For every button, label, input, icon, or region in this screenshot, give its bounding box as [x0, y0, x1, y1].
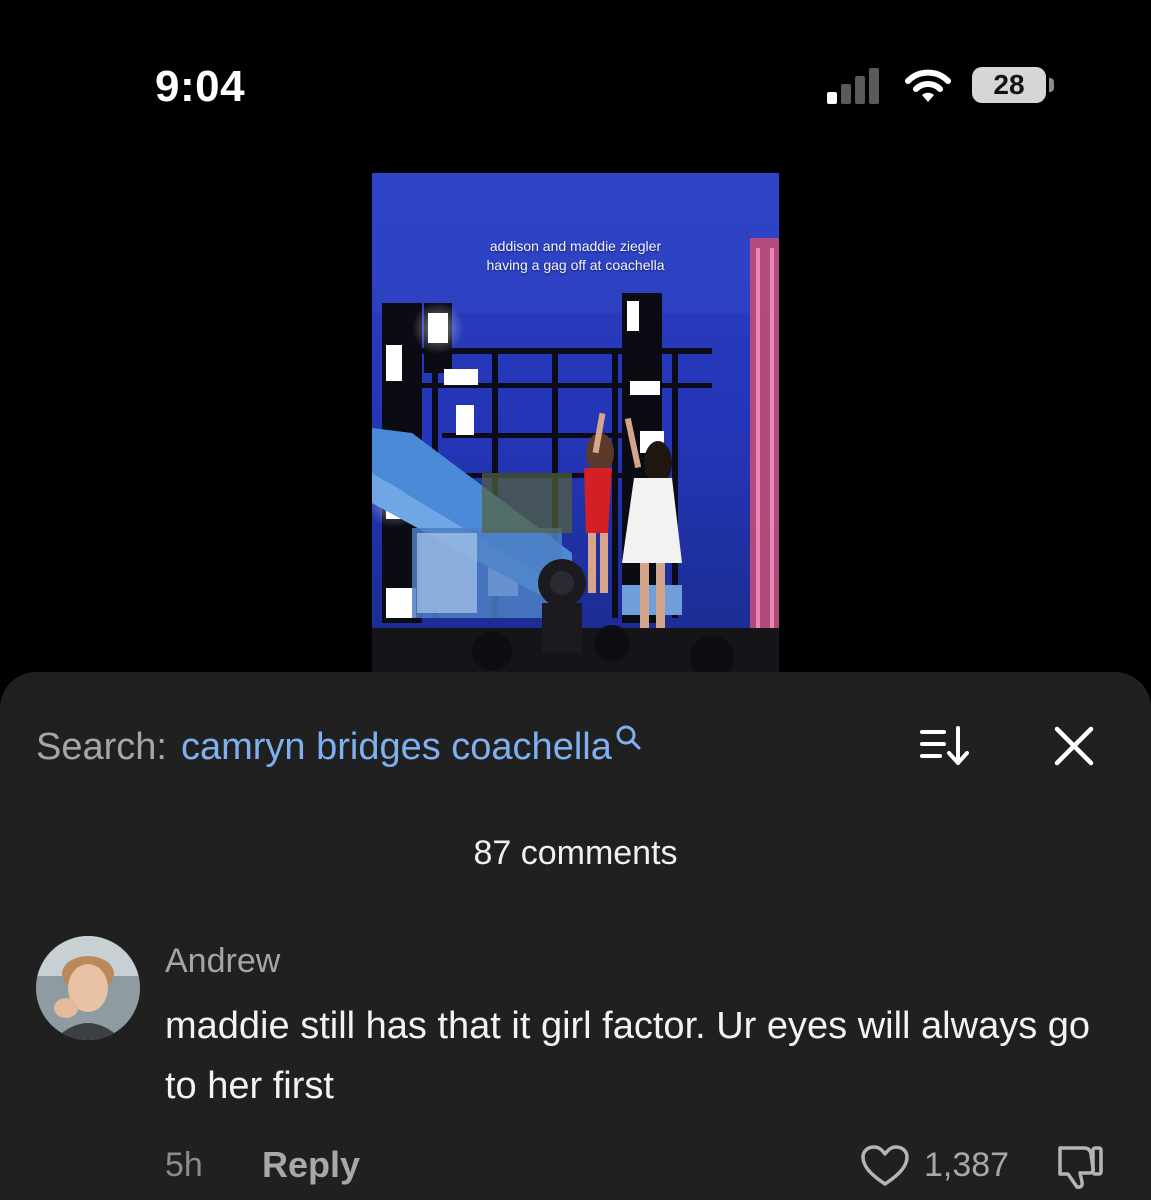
status-bar: 9:04 28 [0, 0, 1151, 140]
search-prefix: Search: [36, 725, 167, 768]
comment-text: maddie still has that it girl factor. Ur… [165, 1005, 1091, 1107]
avatar[interactable] [36, 936, 140, 1040]
reply-button[interactable]: Reply [262, 1144, 360, 1186]
dislike-icon[interactable] [1054, 1142, 1104, 1190]
search-icon[interactable] [614, 723, 644, 755]
video-caption: addison and maddie ziegler having a gag … [372, 237, 779, 275]
comment-time: 5h [165, 1146, 203, 1184]
video-caption-line-2: having a gag off at coachella [486, 257, 665, 273]
signal-icon [827, 68, 879, 104]
search-header[interactable]: Search: camryn bridges coachella [36, 722, 644, 772]
comment-username[interactable]: Andrew [165, 942, 280, 981]
battery-nub [1049, 78, 1054, 92]
battery-icon: 28 [972, 67, 1060, 107]
comments-count: 87 comments [473, 834, 678, 872]
status-time: 9:04 [155, 62, 246, 111]
comments-sheet: Search: camryn bridges coachella 87 comm… [0, 672, 1151, 1200]
video-caption-line-1: addison and maddie ziegler [489, 238, 662, 254]
sort-icon[interactable] [918, 724, 974, 768]
search-query-link[interactable]: camryn bridges coachella [181, 726, 612, 769]
heart-icon[interactable] [860, 1144, 910, 1188]
like-count: 1,387 [924, 1146, 1010, 1184]
wifi-icon [905, 69, 951, 102]
avatar-image [36, 936, 140, 1040]
battery-level: 28 [972, 67, 1046, 103]
close-icon[interactable] [1052, 724, 1096, 768]
comment-item: Andrew maddie still has that it girl fac… [0, 934, 1151, 1200]
video-thumbnail[interactable]: addison and maddie ziegler having a gag … [372, 173, 779, 683]
